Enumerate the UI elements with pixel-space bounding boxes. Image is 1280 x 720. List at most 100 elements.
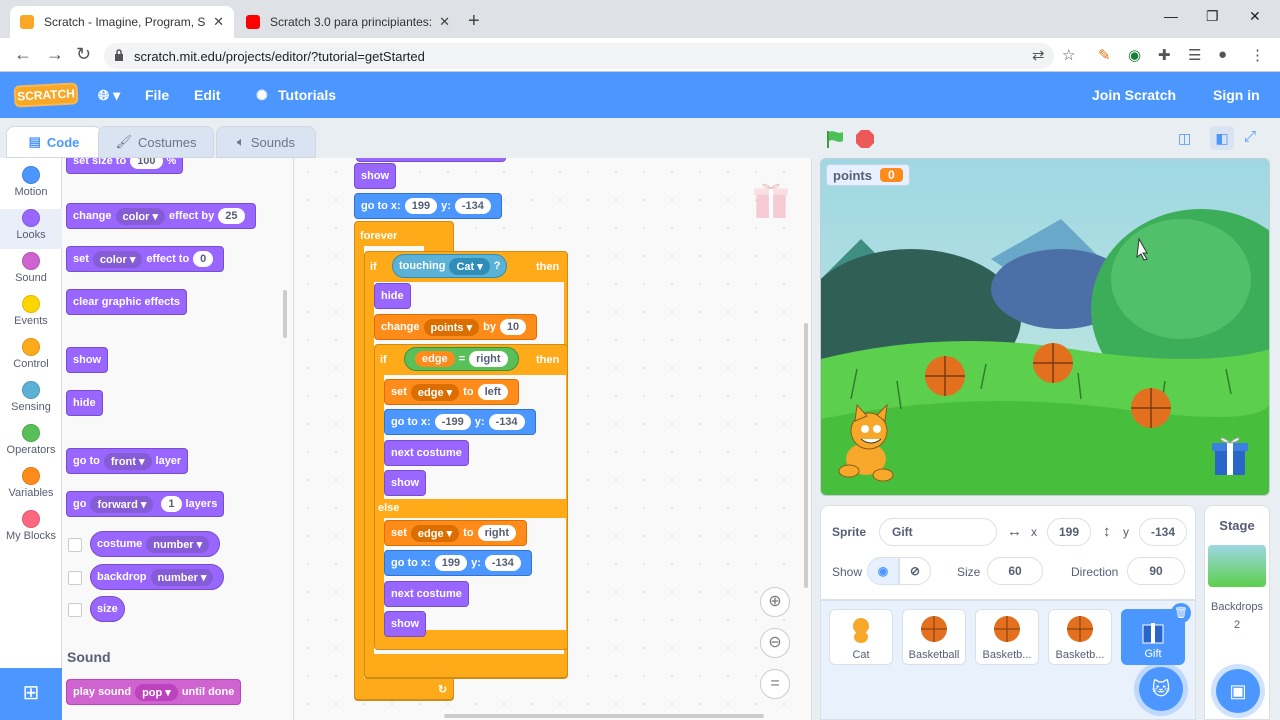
edge-variable-reporter[interactable]: edge xyxy=(415,351,455,367)
set-edge-right-block[interactable]: set edge ▾ to right xyxy=(384,520,528,546)
compare-value-input[interactable]: right xyxy=(469,351,508,367)
sign-in-link[interactable]: Sign in xyxy=(1213,87,1260,103)
script-area[interactable]: show go to x: 199 y: -134 forever ↻ if touc… xyxy=(294,158,812,720)
sprite-name-field[interactable]: Gift xyxy=(879,518,997,546)
zoom-out-button[interactable]: ⊖ xyxy=(760,628,790,658)
y-position-field[interactable]: -134 xyxy=(1139,518,1187,546)
reload-icon[interactable]: ↻ xyxy=(76,44,91,65)
set-value-input[interactable]: left xyxy=(477,384,509,400)
backdrop-dropdown[interactable]: number ▾ xyxy=(150,568,214,586)
basketball-sprite[interactable] xyxy=(1033,343,1073,383)
show-block[interactable]: show xyxy=(384,611,427,637)
stop-sign-icon[interactable] xyxy=(854,128,876,150)
basketball-sprite[interactable] xyxy=(925,356,965,396)
direction-field[interactable]: 90 xyxy=(1127,557,1185,585)
costume-checkbox[interactable] xyxy=(68,538,82,552)
forward-arrow-icon[interactable]: → xyxy=(46,44,64,65)
category-looks[interactable]: Looks xyxy=(0,209,62,249)
extension-wrench-icon[interactable]: ✎ xyxy=(1098,46,1111,64)
category-motion[interactable]: Motion xyxy=(0,166,62,198)
play-sound-block[interactable]: play sound pop ▾ until done xyxy=(66,679,242,705)
layers-input[interactable]: 1 xyxy=(161,496,182,512)
edit-menu[interactable]: Edit xyxy=(194,87,220,103)
x-position-field[interactable]: 199 xyxy=(1047,518,1091,546)
y-input[interactable]: -134 xyxy=(454,198,491,214)
set-size-block[interactable]: set size to 100% xyxy=(66,158,184,174)
show-block[interactable]: show xyxy=(384,470,427,496)
backdrop-reporter[interactable]: backdrop number ▾ xyxy=(90,564,225,590)
profile-avatar-icon[interactable]: ● xyxy=(1218,46,1227,63)
tab-costumes[interactable]: 🖌︎ Costumes xyxy=(98,126,214,158)
touching-sensing-block[interactable]: touching Cat ▾? xyxy=(392,254,508,278)
choose-backdrop-button[interactable]: ▣ xyxy=(1216,669,1260,713)
zoom-in-button[interactable]: ⊕ xyxy=(760,587,790,617)
variable-dropdown[interactable]: points ▾ xyxy=(423,318,480,336)
goto-xy-block[interactable]: go to x: 199 y: -134 xyxy=(354,193,502,219)
x-input[interactable]: 199 xyxy=(434,555,468,571)
close-tab-icon[interactable]: ✕ xyxy=(439,14,450,30)
x-input[interactable]: -199 xyxy=(434,414,471,430)
x-input[interactable]: 199 xyxy=(404,198,438,214)
hide-block[interactable]: hide xyxy=(374,283,411,309)
url-field[interactable]: scratch.mit.edu/projects/editor/?tutoria… xyxy=(104,43,1054,69)
category-control[interactable]: Control xyxy=(0,338,62,370)
set-value-input[interactable]: right xyxy=(477,525,517,541)
browser-tab-youtube[interactable]: Scratch 3.0 para principiantes: Ju ✕ xyxy=(236,6,460,38)
sprite-tile-cat[interactable]: Cat xyxy=(829,609,893,665)
backdrop-checkbox[interactable] xyxy=(68,571,82,585)
stage-selector-panel[interactable]: Stage Backdrops 2 ▣ xyxy=(1204,505,1270,720)
category-my-blocks[interactable]: My Blocks xyxy=(0,510,62,542)
category-sound[interactable]: Sound xyxy=(0,252,62,284)
extension-shield-icon[interactable]: ◉ xyxy=(1128,46,1141,64)
goto-xy-block[interactable]: go to x: 199 y: -134 xyxy=(384,550,532,576)
change-points-block[interactable]: change points ▾ by 10 xyxy=(374,314,538,340)
goto-xy-block[interactable]: go to x: -199 y: -134 xyxy=(384,409,536,435)
y-input[interactable]: -134 xyxy=(484,555,521,571)
effect-value-input[interactable]: 0 xyxy=(193,251,214,267)
effect-amount-input[interactable]: 25 xyxy=(218,208,245,224)
sprite-tile-basketball[interactable]: Basketball xyxy=(902,609,966,665)
palette-scrollbar[interactable] xyxy=(283,290,287,338)
browser-menu-icon[interactable]: ⋮ xyxy=(1250,46,1265,64)
script-horizontal-scrollbar[interactable] xyxy=(444,714,764,718)
direction-dropdown[interactable]: forward ▾ xyxy=(90,495,154,513)
effect-dropdown[interactable]: color ▾ xyxy=(115,207,165,225)
hide-eye-slash-icon[interactable]: ⊘ xyxy=(899,557,931,585)
change-amount-input[interactable]: 10 xyxy=(499,319,527,335)
tutorials-menu[interactable]: Tutorials xyxy=(278,87,336,103)
extensions-puzzle-icon[interactable]: ✚ xyxy=(1158,46,1171,64)
show-block[interactable]: show xyxy=(66,347,109,373)
sound-dropdown[interactable]: pop ▾ xyxy=(135,683,178,701)
set-edge-left-block[interactable]: set edge ▾ to left xyxy=(384,379,520,405)
zoom-reset-button[interactable]: = xyxy=(760,669,790,699)
language-globe-icon[interactable]: 🌐︎ ▾ xyxy=(98,87,120,104)
hide-block[interactable]: hide xyxy=(66,390,103,416)
next-costume-block[interactable]: next costume xyxy=(384,440,469,466)
stage-canvas[interactable] xyxy=(820,158,1270,496)
delete-sprite-trash-icon[interactable]: 🗑︎ xyxy=(1171,603,1191,623)
set-effect-block[interactable]: set color ▾ effect to 0 xyxy=(66,246,225,272)
category-operators[interactable]: Operators xyxy=(0,424,62,456)
fullscreen-icon[interactable]: ⤢ xyxy=(1244,128,1256,145)
script-vertical-scrollbar[interactable] xyxy=(804,323,808,588)
category-events[interactable]: Events xyxy=(0,295,62,327)
costume-dropdown[interactable]: number ▾ xyxy=(146,535,210,553)
scratch-logo[interactable]: SCRATCH xyxy=(13,82,79,108)
basketball-sprite[interactable] xyxy=(1131,388,1171,428)
size-input[interactable]: 100 xyxy=(130,158,163,169)
tab-code[interactable]: ▤ Code xyxy=(6,126,102,158)
sprite-tile-basketball3[interactable]: Basketb... xyxy=(1048,609,1112,665)
back-arrow-icon[interactable]: ← xyxy=(14,44,32,65)
file-menu[interactable]: File xyxy=(145,87,169,103)
gift-sprite[interactable] xyxy=(1212,437,1248,475)
variable-dropdown[interactable]: edge ▾ xyxy=(410,524,460,542)
tab-sounds[interactable]: 🔈︎ Sounds xyxy=(216,126,316,158)
translate-icon[interactable]: ⇄ xyxy=(1032,46,1045,64)
costume-reporter[interactable]: costume number ▾ xyxy=(90,531,221,557)
add-extension-button[interactable]: ⊞ xyxy=(0,668,62,720)
small-stage-icon[interactable]: ◫ xyxy=(1178,130,1191,147)
choose-sprite-button[interactable]: 🐱︎ xyxy=(1139,667,1183,711)
goto-layer-block[interactable]: go to front ▾ layer xyxy=(66,448,189,474)
variable-dropdown[interactable]: edge ▾ xyxy=(410,383,460,401)
layer-dropdown[interactable]: front ▾ xyxy=(103,452,152,470)
